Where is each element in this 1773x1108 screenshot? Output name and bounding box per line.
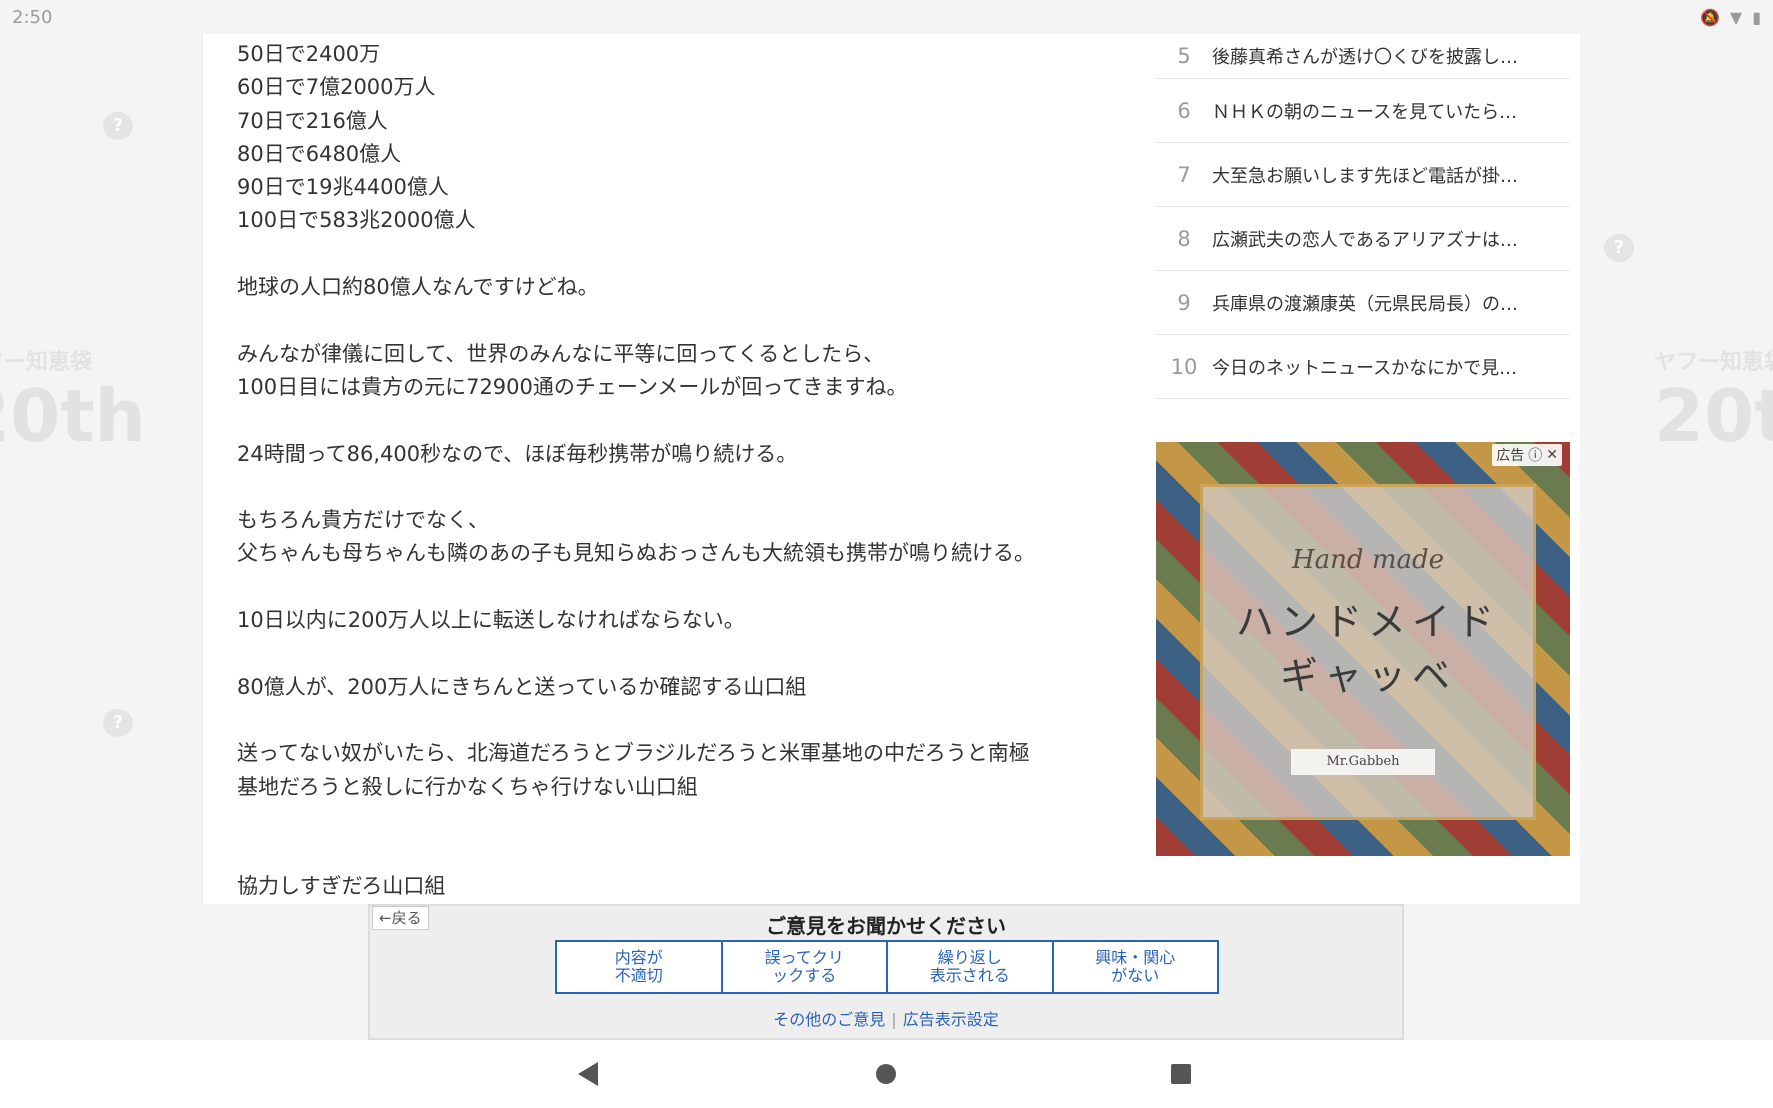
ad-badge[interactable]: 広告 ⓘ ✕ — [1492, 444, 1562, 466]
feedback-inappropriate-button[interactable]: 内容が 不適切 — [557, 942, 723, 992]
ranking-sidebar: 5 後藤真希さんが透け〇くびを披露し… 6 ＮＨＫの朝のニュースを見ていたら… 7 大至急… — [1122, 34, 1580, 904]
ranking-number: 9 — [1177, 290, 1191, 315]
anniversary-watermark: 20th — [0, 374, 146, 458]
notifications-off-icon: 🔕 — [1699, 8, 1720, 27]
ad-headline-line2: ギャッベ — [1279, 654, 1456, 698]
ranking-item[interactable]: 9 兵庫県の渡瀬康英（元県民局長）の… — [1156, 271, 1570, 335]
brand-watermark: ヤフー知恵袋 — [1654, 350, 1773, 375]
ad-headline: ハンドメイド ギャッベ — [1203, 595, 1533, 703]
ranking-number: 8 — [1177, 226, 1191, 251]
ranking-item[interactable]: 7 大至急お願いします先ほど電話が掛… — [1156, 143, 1570, 207]
answer-line: 100日で583兆2000億人 — [237, 208, 476, 233]
ranking-item[interactable]: 10 今日のネットニュースかなにかで見… — [1156, 335, 1570, 399]
ad-label: 広告 — [1496, 448, 1525, 464]
ranking-title: ＮＨＫの朝のニュースを見ていたら… — [1212, 101, 1518, 123]
info-icon[interactable]: ⓘ — [1528, 445, 1542, 465]
feedback-misclick-button[interactable]: 誤ってクリ ックする — [723, 942, 888, 992]
wifi-icon: ▼ — [1729, 8, 1743, 27]
brand-watermark: ヤフー知恵袋 — [0, 350, 93, 375]
ranking-title: 今日のネットニュースかなにかで見… — [1212, 357, 1518, 379]
answer-line: 50日で2400万 — [237, 42, 381, 66]
ranking-number: 5 — [1177, 44, 1191, 68]
android-nav-bar — [0, 1040, 1773, 1108]
answer-line: みんなが律儀に回して、世界のみんなに平等に回ってくるとしたら、 — [237, 341, 885, 366]
advertisement[interactable]: 広告 ⓘ ✕ Hand made ハンドメイド ギャッベ Mr.Gabbeh — [1156, 442, 1570, 856]
ad-headline-line1: ハンドメイド — [1235, 600, 1500, 644]
ad-settings-link[interactable]: 広告表示設定 — [903, 1010, 999, 1029]
answer-line: 80億人が、200万人にきちんと送っているか確認する山口組 — [237, 674, 807, 699]
ranking-number: 10 — [1170, 354, 1198, 379]
left-background-decoration: ? ヤフー知恵袋 20th ? — [0, 34, 202, 904]
other-feedback-link[interactable]: その他のご意見 — [773, 1010, 885, 1029]
answer-article: 50日で2400万 60日で7億2000万人 70日で216億人 80日で6480億人… — [202, 34, 1124, 904]
ranking-item[interactable]: 8 広瀬武夫の恋人であるアリアズナは… — [1156, 207, 1570, 271]
question-icon: ? — [103, 709, 133, 737]
answer-line: 24時間って86,400秒なので、ほぼ毎秒携帯が鳴り続ける。 — [237, 441, 798, 466]
answer-line: 90日で19兆4400億人 — [237, 175, 449, 200]
feedback-not-interested-button[interactable]: 興味・関心 がない — [1054, 942, 1218, 992]
anniversary-watermark: 20th — [1654, 374, 1773, 458]
ad-panel: Hand made ハンドメイド ギャッベ Mr.Gabbeh — [1200, 484, 1536, 820]
nav-back-icon[interactable] — [578, 1062, 598, 1086]
ranking-title: 広瀬武夫の恋人であるアリアズナは… — [1212, 229, 1518, 251]
ranking-number: 7 — [1177, 162, 1191, 187]
answer-body: 50日で2400万 60日で7億2000万人 70日で216億人 80日で6480億人… — [237, 38, 1107, 904]
answer-line: 80日で6480億人 — [237, 141, 402, 166]
ad-logo: Mr.Gabbeh — [1291, 749, 1435, 775]
feedback-repeated-button[interactable]: 繰り返し 表示される — [888, 942, 1054, 992]
status-bar: 2:50 🔕 ▼ ▮ — [0, 0, 1773, 34]
ranking-item[interactable]: 6 ＮＨＫの朝のニュースを見ていたら… — [1156, 79, 1570, 143]
feedback-links: その他のご意見 | 広告表示設定 — [370, 1006, 1402, 1030]
feedback-title: ご意見をお聞かせください — [766, 914, 1006, 938]
ranking-title: 大至急お願いします先ほど電話が掛… — [1212, 165, 1518, 187]
ad-subtitle: Hand made — [1291, 545, 1444, 575]
answer-line: 10日以内に200万人以上に転送しなければならない。 — [237, 608, 745, 633]
ranking-list: 5 後藤真希さんが透け〇くびを披露し… 6 ＮＨＫの朝のニュースを見ていたら… 7 大至急… — [1156, 34, 1570, 399]
close-icon[interactable]: ✕ — [1546, 447, 1558, 463]
feedback-options: 内容が 不適切 誤ってクリ ックする 繰り返し 表示される 興味・関心 がない — [555, 940, 1219, 994]
battery-icon: ▮ — [1752, 8, 1761, 27]
answer-line: 70日で216億人 — [237, 108, 388, 133]
ranking-title: 兵庫県の渡瀬康英（元県民局長）の… — [1212, 293, 1518, 315]
answer-line: 地球の人口約80億人なんですけどね。 — [237, 275, 599, 300]
answer-line: 協力しすぎだろ山口組 — [237, 874, 446, 899]
answer-line: 送ってない奴がいたら、北海道だろうとブラジルだろうと米軍基地の中だろうと南極 — [237, 741, 1030, 766]
question-icon: ? — [103, 112, 133, 140]
answer-line: 父ちゃんも母ちゃんも隣のあの子も見知らぬおっさんも大統領も携帯が鳴り続ける。 — [237, 541, 1035, 566]
nav-home-icon[interactable] — [876, 1064, 896, 1084]
answer-line: 基地だろうと殺しに行かなくちゃ行けない山口組 — [237, 774, 698, 799]
ranking-number: 6 — [1177, 98, 1191, 123]
ad-feedback-panel: ←戻る ご意見をお聞かせください 内容が 不適切 誤ってクリ ックする 繰り返し… — [368, 904, 1404, 1040]
status-time: 2:50 — [12, 7, 53, 28]
ranking-title: 後藤真希さんが透け〇くびを披露し… — [1212, 47, 1518, 68]
ranking-item[interactable]: 5 後藤真希さんが透け〇くびを披露し… — [1156, 34, 1570, 79]
nav-recents-icon[interactable] — [1171, 1064, 1191, 1084]
answer-line: 100日目には貴方の元に72900通のチェーンメールが回ってきますね。 — [237, 374, 908, 399]
answer-line: 60日で7億2000万人 — [237, 75, 436, 100]
right-background-decoration: ? ヤフー知恵袋 20th — [1580, 34, 1773, 904]
question-icon: ? — [1604, 234, 1634, 262]
link-separator: | — [891, 1010, 897, 1029]
status-icons: 🔕 ▼ ▮ — [1700, 8, 1761, 27]
answer-line: もちろん貴方だけでなく、 — [237, 508, 489, 533]
